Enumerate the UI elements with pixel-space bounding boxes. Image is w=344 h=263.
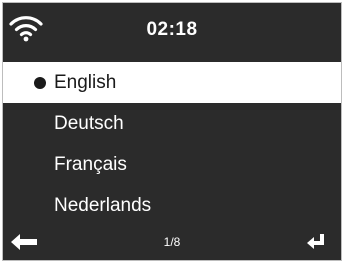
page-indicator: 1/8 — [163, 235, 181, 249]
language-list: English Deutsch Français Nederlands — [3, 62, 341, 226]
selected-indicator-icon — [34, 77, 46, 89]
language-label: Français — [54, 154, 127, 175]
language-item-english[interactable]: English — [3, 62, 341, 103]
language-label: English — [54, 72, 117, 93]
language-item-nederlands[interactable]: Nederlands — [3, 185, 341, 226]
enter-icon[interactable] — [307, 232, 325, 250]
radio-display: 02:18 English Deutsch Français Nederland… — [2, 2, 342, 261]
language-item-francais[interactable]: Français — [3, 144, 341, 185]
language-item-deutsch[interactable]: Deutsch — [3, 103, 341, 144]
language-label: Deutsch — [54, 113, 124, 134]
language-label: Nederlands — [54, 195, 152, 216]
status-bar: 02:18 — [3, 3, 341, 59]
clock-time: 02:18 — [146, 19, 198, 40]
footer-bar: 1/8 — [3, 224, 341, 260]
